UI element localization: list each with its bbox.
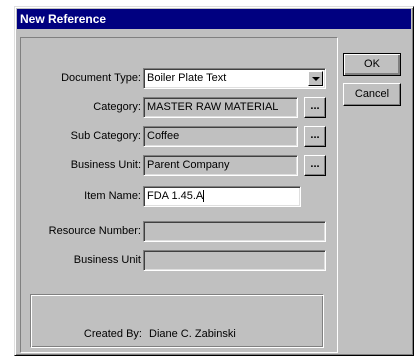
resource-number-field: [143, 221, 326, 242]
created-by-group: Created By: Diane C. Zabinski: [30, 294, 324, 348]
business-unit-field: Parent Company: [143, 155, 298, 176]
created-by-label: Created By:: [83, 328, 142, 340]
item-name-value: FDA 1.45.A: [147, 190, 204, 202]
business-unit-2-field: [143, 250, 326, 271]
form-panel: Document Type: Boiler Plate Text Categor…: [20, 37, 338, 353]
item-name-input[interactable]: FDA 1.45.A: [143, 186, 301, 207]
dialog-title: New Reference: [17, 9, 411, 29]
sub-category-browse-button[interactable]: ...: [304, 126, 326, 147]
sub-category-field: Coffee: [143, 126, 298, 147]
document-type-label: Document Type:: [61, 72, 141, 84]
business-unit-2-label: Business Unit: [73, 254, 141, 266]
text-cursor: [203, 190, 205, 203]
item-name-label: Item Name:: [84, 190, 141, 202]
document-type-dropdown[interactable]: Boiler Plate Text: [143, 68, 326, 89]
document-type-value: Boiler Plate Text: [147, 72, 227, 84]
created-by-value: Diane C. Zabinski: [149, 328, 236, 340]
business-unit-browse-button[interactable]: ...: [304, 155, 326, 176]
resource-number-label: Resource Number:: [48, 225, 141, 237]
business-unit-label: Business Unit:: [70, 159, 141, 171]
new-reference-dialog: New Reference Document Type: Boiler Plat…: [14, 6, 414, 356]
category-field: MASTER RAW MATERIAL: [143, 97, 298, 118]
dropdown-arrow-button[interactable]: [308, 71, 323, 86]
ok-button[interactable]: OK: [343, 53, 401, 76]
category-browse-button[interactable]: ...: [304, 97, 326, 118]
category-label: Category:: [93, 101, 141, 113]
chevron-down-icon: [312, 77, 320, 81]
sub-category-label: Sub Category:: [70, 130, 141, 142]
cancel-button[interactable]: Cancel: [343, 83, 401, 106]
